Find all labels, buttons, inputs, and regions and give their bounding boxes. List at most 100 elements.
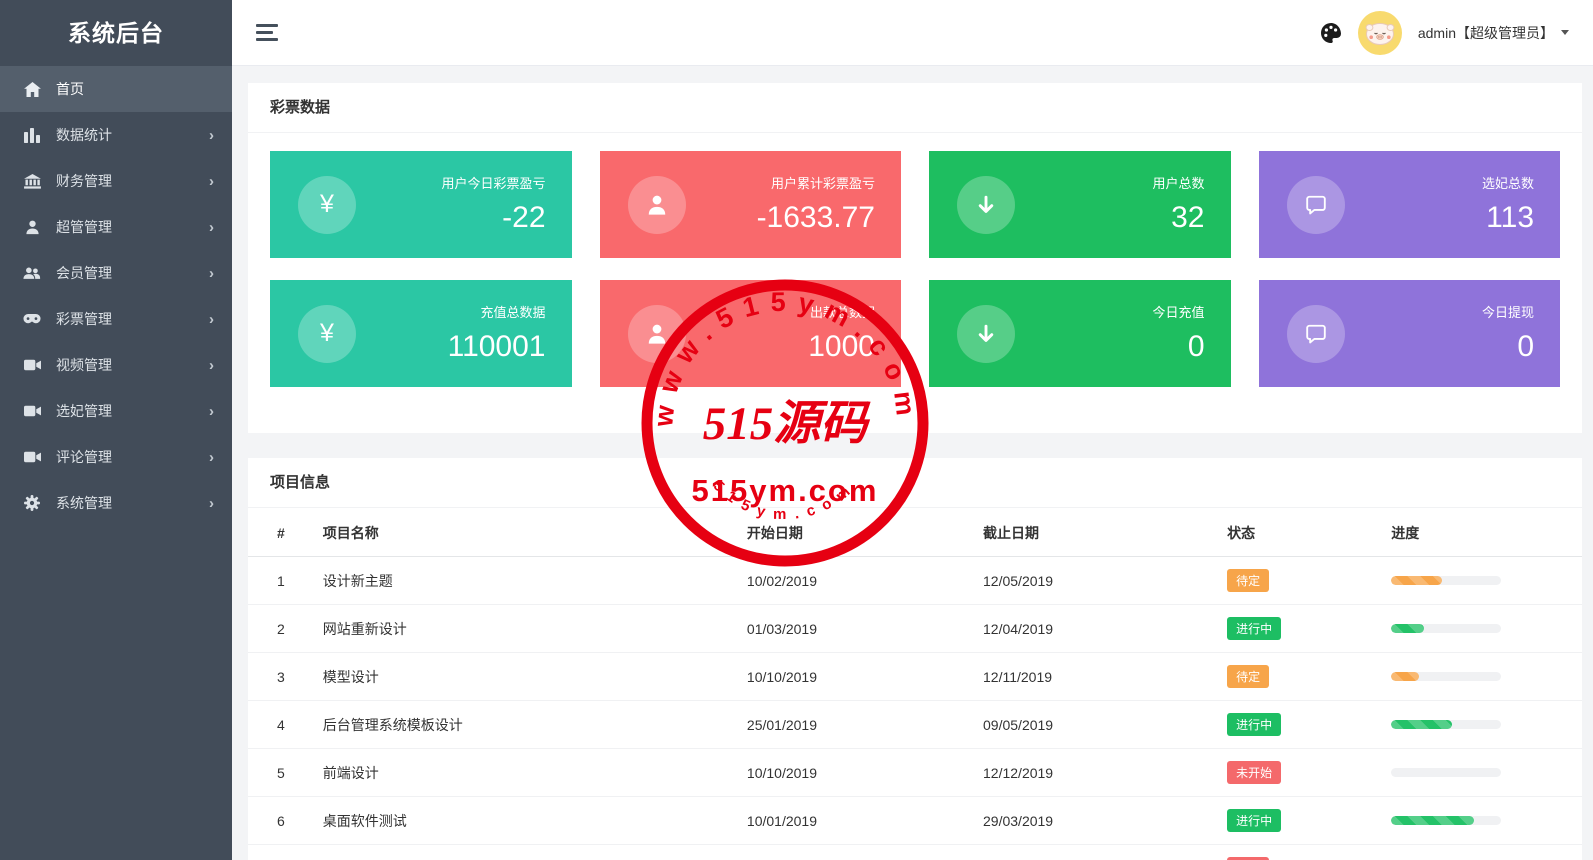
progress-bar <box>1391 672 1501 681</box>
video-camera-icon <box>22 405 42 417</box>
video-camera-icon <box>22 359 42 371</box>
sidebar-item-finance[interactable]: 财务管理 › <box>0 158 232 204</box>
users-icon <box>22 266 42 280</box>
stat-label: 充值总数据 <box>480 305 545 320</box>
yen-icon: ¥ <box>298 176 356 234</box>
arrow-down-icon <box>957 305 1015 363</box>
stat-card-user-count: 用户总数32 <box>929 151 1231 258</box>
chevron-right-icon: › <box>209 127 214 144</box>
table-row: 4 后台管理系统模板设计 25/01/2019 09/05/2019 进行中 <box>248 701 1582 749</box>
sidebar-item-data-stats[interactable]: 数据统计 › <box>0 112 232 158</box>
cell-start-date: 10/02/2019 <box>747 557 983 605</box>
lottery-data-panel: 彩票数据 ¥ 用户今日彩票盈亏 -22 用户累计彩票盈亏 -1633.77 用户总数… <box>248 83 1582 433</box>
stat-label: 今日充值 <box>1152 305 1204 320</box>
cell-index: 4 <box>248 701 323 749</box>
cell-start-date: 10/01/2019 <box>747 797 983 845</box>
sidebar-item-home[interactable]: 首页 <box>0 66 232 112</box>
sidebar-item-comments[interactable]: 评论管理 › <box>0 434 232 480</box>
projects-panel: 项目信息 # 项目名称 开始日期 截止日期 状态 进度 1 设计新主题 10/0… <box>248 458 1582 860</box>
cell-index: 2 <box>248 605 323 653</box>
sidebar-item-lottery[interactable]: 彩票管理 › <box>0 296 232 342</box>
cell-end-date: 12/04/2019 <box>983 605 1227 653</box>
cell-name: 后台管理系统模板设计 <box>323 701 747 749</box>
chevron-right-icon: › <box>209 357 214 374</box>
table-header-row: # 项目名称 开始日期 截止日期 状态 进度 <box>248 508 1582 557</box>
comment-icon <box>1287 305 1345 363</box>
chevron-right-icon: › <box>209 495 214 512</box>
table-row: 6 桌面软件测试 10/01/2019 29/03/2019 进行中 <box>248 797 1582 845</box>
sidebar-item-superadmin[interactable]: 超管管理 › <box>0 204 232 250</box>
sidebar-item-label: 彩票管理 <box>56 309 112 329</box>
progress-bar <box>1391 768 1501 777</box>
cell-end-date: 09/05/2019 <box>983 701 1227 749</box>
stat-value: 110001 <box>448 330 546 364</box>
stat-card-today-recharge: 今日充值0 <box>929 280 1231 387</box>
section-title-lottery: 彩票数据 <box>248 83 1582 133</box>
stat-label: 出款总数据 <box>810 305 875 320</box>
sidebar: 系统后台 首页 数据统计 › 财务管理 › 超管管理 <box>0 0 232 860</box>
stat-card-withdraw-total: 出款总数据1000 <box>600 280 902 387</box>
chevron-right-icon: › <box>209 449 214 466</box>
chevron-right-icon: › <box>209 173 214 190</box>
col-header-index: # <box>248 508 323 557</box>
stat-card-today-withdraw: 今日提现0 <box>1259 280 1561 387</box>
stat-cards: ¥ 用户今日彩票盈亏 -22 用户累计彩票盈亏 -1633.77 用户总数32 选妃… <box>248 133 1582 433</box>
progress-bar <box>1391 624 1501 633</box>
status-badge: 待定 <box>1227 665 1269 688</box>
table-row: 3 模型设计 10/10/2019 12/11/2019 待定 <box>248 653 1582 701</box>
sidebar-item-label: 选妃管理 <box>56 401 112 421</box>
theme-palette-icon[interactable] <box>1320 22 1342 44</box>
sidebar-item-system[interactable]: 系统管理 › <box>0 480 232 526</box>
sidebar-item-label: 会员管理 <box>56 263 112 283</box>
stat-label: 用户累计彩票盈亏 <box>771 176 875 191</box>
gear-icon <box>22 495 42 511</box>
progress-bar <box>1391 720 1501 729</box>
menu-toggle-icon[interactable] <box>256 20 280 45</box>
comment-icon <box>1287 176 1345 234</box>
stat-card-today-pl: ¥ 用户今日彩票盈亏 -22 <box>270 151 572 258</box>
cell-end-date: 12/05/2019 <box>983 557 1227 605</box>
top-header: admin【超级管理员】 <box>232 0 1593 66</box>
stat-card-xuanfei-count: 选妃总数113 <box>1259 151 1561 258</box>
stat-value: 0 <box>1482 330 1534 364</box>
sidebar-item-label: 评论管理 <box>56 447 112 467</box>
sidebar-item-label: 视频管理 <box>56 355 112 375</box>
chart-icon <box>22 128 42 143</box>
stat-value: -22 <box>441 201 545 235</box>
table-row: 1 设计新主题 10/02/2019 12/05/2019 待定 <box>248 557 1582 605</box>
cell-name: APP改版开发 <box>323 845 747 860</box>
table-row: 7 APP改版开发 25/02/2019 12/05/2019 暂停 <box>248 845 1582 860</box>
home-icon <box>22 82 42 97</box>
sidebar-menu: 首页 数据统计 › 财务管理 › 超管管理 › <box>0 66 232 526</box>
video-camera-icon <box>22 451 42 463</box>
cell-name: 前端设计 <box>323 749 747 797</box>
chevron-right-icon: › <box>209 403 214 420</box>
user-name: admin【超级管理员】 <box>1418 23 1554 43</box>
avatar[interactable] <box>1358 11 1402 55</box>
cell-start-date: 25/02/2019 <box>747 845 983 860</box>
caret-down-icon <box>1561 30 1569 35</box>
cell-name: 设计新主题 <box>323 557 747 605</box>
cell-end-date: 29/03/2019 <box>983 797 1227 845</box>
sidebar-item-members[interactable]: 会员管理 › <box>0 250 232 296</box>
cell-start-date: 01/03/2019 <box>747 605 983 653</box>
sidebar-item-label: 首页 <box>56 79 84 99</box>
stat-value: -1633.77 <box>757 201 875 235</box>
sidebar-item-video[interactable]: 视频管理 › <box>0 342 232 388</box>
status-badge: 进行中 <box>1227 809 1281 832</box>
cell-index: 7 <box>248 845 323 860</box>
user-icon <box>22 220 42 235</box>
stat-label: 用户今日彩票盈亏 <box>441 176 545 191</box>
main-content: 彩票数据 ¥ 用户今日彩票盈亏 -22 用户累计彩票盈亏 -1633.77 用户总数… <box>232 67 1593 860</box>
chevron-right-icon: › <box>209 219 214 236</box>
col-header-status: 状态 <box>1227 508 1391 557</box>
sidebar-item-xuanfei[interactable]: 选妃管理 › <box>0 388 232 434</box>
stat-card-total-pl: 用户累计彩票盈亏 -1633.77 <box>600 151 902 258</box>
status-badge: 进行中 <box>1227 713 1281 736</box>
cell-end-date: 12/11/2019 <box>983 653 1227 701</box>
status-badge: 待定 <box>1227 569 1269 592</box>
user-dropdown[interactable]: admin【超级管理员】 <box>1418 23 1569 43</box>
progress-bar <box>1391 576 1501 585</box>
cell-name: 桌面软件测试 <box>323 797 747 845</box>
progress-bar <box>1391 816 1501 825</box>
